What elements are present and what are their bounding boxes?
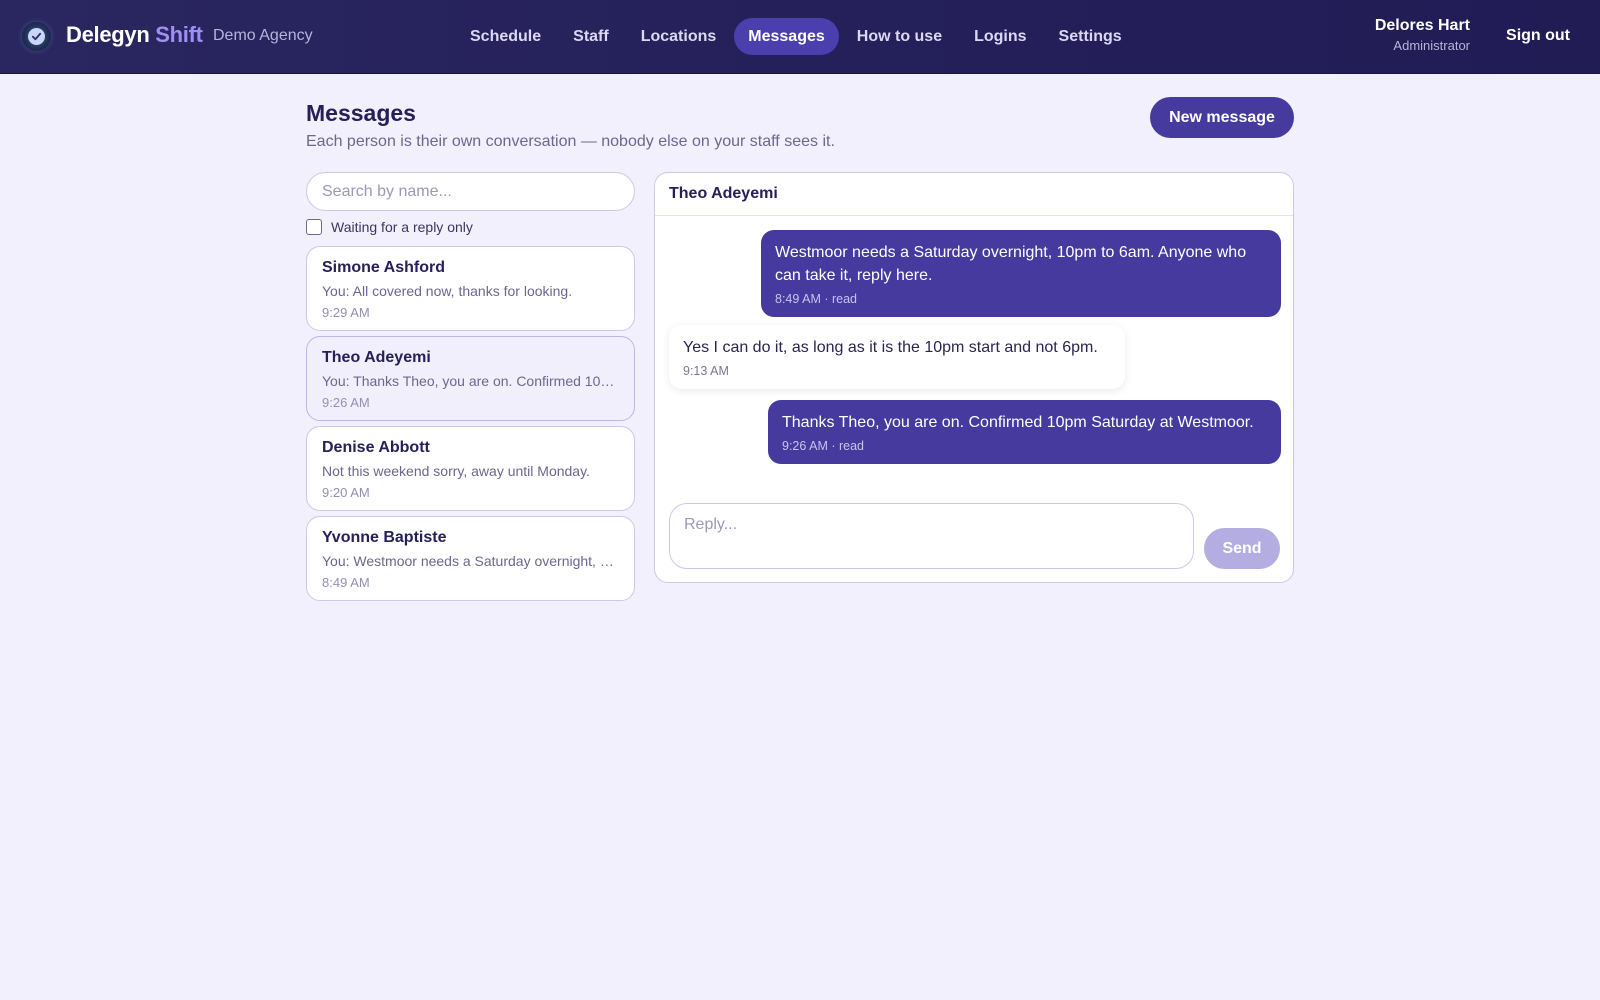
- message-text: Westmoor needs a Saturday overnight, 10p…: [775, 244, 1247, 284]
- search-input[interactable]: [306, 172, 635, 211]
- message-meta: 8:49 AM · read: [775, 292, 857, 306]
- main-nav: Schedule Staff Locations Messages How to…: [456, 18, 1136, 55]
- nav-item-locations[interactable]: Locations: [627, 18, 731, 55]
- sign-out-link[interactable]: Sign out: [1506, 27, 1570, 45]
- message-bubble-outgoing: Westmoor needs a Saturday overnight, 10p…: [761, 230, 1281, 317]
- nav-item-logins[interactable]: Logins: [960, 18, 1040, 55]
- conversation-item[interactable]: Simone Ashford You: All covered now, tha…: [306, 246, 635, 331]
- conversation-preview: You: Westmoor needs a Saturday overnight…: [322, 553, 619, 569]
- conversation-time: 8:49 AM: [322, 575, 370, 590]
- user-info: Delores Hart Administrator: [1375, 17, 1470, 53]
- conversation-name: Simone Ashford: [322, 259, 445, 276]
- waiting-filter-checkbox[interactable]: [306, 219, 322, 235]
- user-role: Administrator: [1393, 38, 1470, 53]
- waiting-filter-label: Waiting for a reply only: [331, 219, 473, 235]
- conversation-name: Denise Abbott: [322, 439, 430, 456]
- nav-item-settings[interactable]: Settings: [1045, 18, 1136, 55]
- user-name: Delores Hart: [1374, 17, 1470, 34]
- conversation-item[interactable]: Yvonne Baptiste You: Westmoor needs a Sa…: [306, 516, 635, 601]
- conversation-preview: You: Thanks Theo, you are on. Confirmed …: [322, 373, 619, 389]
- conversation-item[interactable]: Denise Abbott Not this weekend sorry, aw…: [306, 426, 635, 511]
- message-text: Thanks Theo, you are on. Confirmed 10pm …: [782, 414, 1254, 431]
- message-bubble-outgoing: Thanks Theo, you are on. Confirmed 10pm …: [768, 400, 1281, 464]
- nav-item-staff[interactable]: Staff: [559, 18, 623, 55]
- brand-name-accent: Shift: [155, 22, 203, 47]
- conversation-name: Yvonne Baptiste: [322, 529, 447, 546]
- conversation-time: 9:20 AM: [322, 485, 370, 500]
- page-subtitle: Each person is their own conversation — …: [306, 133, 835, 150]
- brand-logo[interactable]: Delegyn Shift: [66, 22, 203, 48]
- message-meta: 9:26 AM · read: [782, 439, 864, 453]
- conversation-name: Theo Adeyemi: [322, 349, 431, 366]
- nav-item-schedule[interactable]: Schedule: [456, 18, 555, 55]
- agency-name: Demo Agency: [213, 27, 313, 44]
- nav-item-how-to-use[interactable]: How to use: [843, 18, 956, 55]
- thread-title: Theo Adeyemi: [655, 173, 1293, 216]
- top-bar: Delegyn Shift Demo Agency Schedule Staff…: [0, 0, 1600, 74]
- nav-item-messages[interactable]: Messages: [734, 18, 839, 55]
- conversation-time: 9:26 AM: [322, 395, 370, 410]
- conversation-preview: Not this weekend sorry, away until Monda…: [322, 463, 590, 479]
- message-bubble-incoming: Yes I can do it, as long as it is the 10…: [669, 325, 1125, 389]
- conversation-preview: You: All covered now, thanks for looking…: [322, 283, 573, 299]
- message-thread: Theo Adeyemi Westmoor needs a Saturday o…: [654, 172, 1294, 583]
- reply-input[interactable]: [669, 503, 1194, 569]
- page-title: Messages: [306, 100, 416, 126]
- brand-name: Delegyn: [66, 22, 150, 47]
- check-circle-icon[interactable]: [22, 22, 51, 51]
- conversation-time: 9:29 AM: [322, 305, 370, 320]
- new-message-button[interactable]: New message: [1150, 97, 1294, 138]
- waiting-filter: Waiting for a reply only: [306, 219, 473, 235]
- send-button[interactable]: Send: [1204, 528, 1280, 569]
- conversation-item[interactable]: Theo Adeyemi You: Thanks Theo, you are o…: [306, 336, 635, 421]
- message-text: Yes I can do it, as long as it is the 10…: [683, 339, 1098, 356]
- message-meta: 9:13 AM: [683, 364, 729, 378]
